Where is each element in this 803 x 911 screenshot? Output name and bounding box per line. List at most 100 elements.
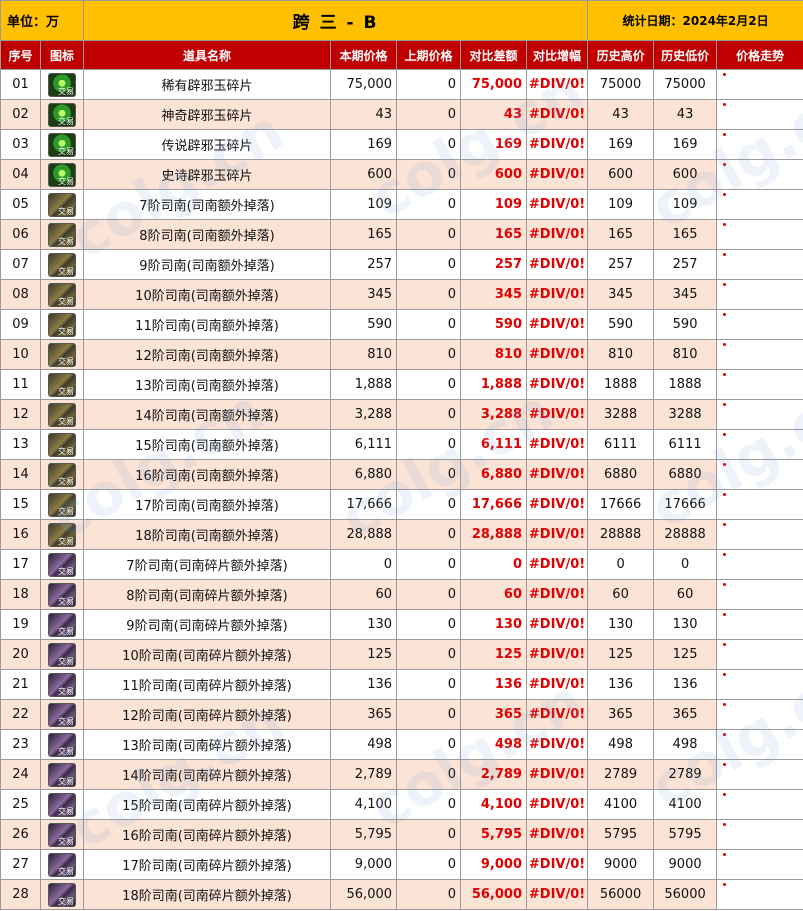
previous-price: 0	[396, 249, 462, 280]
price-difference: 5,795	[460, 819, 528, 850]
history-high: 130	[587, 609, 655, 640]
current-price: 9,000	[330, 849, 398, 880]
history-high: 28888	[587, 519, 655, 550]
history-high: 4100	[587, 789, 655, 820]
current-price: 43	[330, 99, 398, 130]
row-number: 08	[0, 279, 41, 310]
previous-price: 0	[396, 789, 462, 820]
trade-tag: 交易	[58, 266, 74, 276]
table-row: 22 交易 12阶司南(司南碎片额外掉落) 365 0 365 #DIV/0! 365 365	[0, 699, 803, 730]
item-icon: 交易	[48, 882, 76, 907]
price-trend-sparkline	[716, 819, 803, 850]
history-low: 6111	[653, 429, 718, 460]
history-low: 590	[653, 309, 718, 340]
table-row: 09 交易 11阶司南(司南额外掉落) 590 0 590 #DIV/0! 590 590	[0, 309, 803, 340]
item-icon: 交易	[48, 342, 76, 367]
col-header-history-low: 历史低价	[653, 40, 718, 70]
price-difference: 590	[460, 309, 528, 340]
price-growth: #DIV/0!	[526, 369, 589, 400]
item-icon-cell: 交易	[39, 249, 85, 280]
history-low: 9000	[653, 849, 718, 880]
trade-tag: 交易	[58, 506, 74, 516]
item-name: 神奇辟邪玉碎片	[83, 99, 332, 130]
history-low: 17666	[653, 489, 718, 520]
previous-price: 0	[396, 279, 462, 310]
trade-tag: 交易	[58, 656, 74, 666]
price-trend-sparkline	[716, 729, 803, 760]
history-low: 6880	[653, 459, 718, 490]
trend-dot	[723, 463, 727, 466]
item-name: 18阶司南(司南额外掉落)	[83, 519, 332, 550]
price-difference: 3,288	[460, 399, 528, 430]
price-growth: #DIV/0!	[526, 339, 589, 370]
item-icon-cell: 交易	[39, 459, 85, 490]
sheet-title: 跨 三 - B	[83, 0, 589, 41]
row-number: 18	[0, 579, 41, 610]
price-difference: 109	[460, 189, 528, 220]
trend-dot	[723, 523, 727, 526]
history-high: 345	[587, 279, 655, 310]
item-icon-cell: 交易	[39, 399, 85, 430]
history-high: 5795	[587, 819, 655, 850]
trade-tag: 交易	[58, 686, 74, 696]
current-price: 4,100	[330, 789, 398, 820]
table-row: 23 交易 13阶司南(司南碎片额外掉落) 498 0 498 #DIV/0! 498 498	[0, 729, 803, 760]
row-number: 15	[0, 489, 41, 520]
stat-date: 统计日期：2024年2月2日	[587, 0, 803, 41]
table-row: 05 交易 7阶司南(司南额外掉落) 109 0 109 #DIV/0! 109 109	[0, 189, 803, 220]
price-difference: 345	[460, 279, 528, 310]
price-difference: 130	[460, 609, 528, 640]
current-price: 28,888	[330, 519, 398, 550]
previous-price: 0	[396, 519, 462, 550]
row-number: 13	[0, 429, 41, 460]
item-name: 15阶司南(司南碎片额外掉落)	[83, 789, 332, 820]
price-trend-sparkline	[716, 669, 803, 700]
previous-price: 0	[396, 219, 462, 250]
table-row: 26 交易 16阶司南(司南碎片额外掉落) 5,795 0 5,795 #DIV/0! 579…	[0, 819, 803, 850]
previous-price: 0	[396, 759, 462, 790]
price-difference: 6,880	[460, 459, 528, 490]
price-growth: #DIV/0!	[526, 579, 589, 610]
item-icon: 交易	[48, 192, 76, 217]
item-name: 18阶司南(司南碎片额外掉落)	[83, 879, 332, 910]
unit-label: 单位：万	[0, 0, 85, 41]
table-row: 08 交易 10阶司南(司南额外掉落) 345 0 345 #DIV/0! 345 345	[0, 279, 803, 310]
trade-tag: 交易	[58, 596, 74, 606]
history-low: 60	[653, 579, 718, 610]
history-high: 257	[587, 249, 655, 280]
history-low: 1888	[653, 369, 718, 400]
price-growth: #DIV/0!	[526, 819, 589, 850]
item-icon: 交易	[48, 162, 76, 187]
item-name: 16阶司南(司南碎片额外掉落)	[83, 819, 332, 850]
current-price: 600	[330, 159, 398, 190]
item-name: 10阶司南(司南额外掉落)	[83, 279, 332, 310]
item-name: 14阶司南(司南碎片额外掉落)	[83, 759, 332, 790]
table-row: 11 交易 13阶司南(司南额外掉落) 1,888 0 1,888 #DIV/0! 1888 1…	[0, 369, 803, 400]
item-icon: 交易	[48, 432, 76, 457]
item-icon: 交易	[48, 312, 76, 337]
price-trend-sparkline	[716, 549, 803, 580]
row-number: 01	[0, 69, 41, 100]
previous-price: 0	[396, 159, 462, 190]
history-high: 365	[587, 699, 655, 730]
current-price: 257	[330, 249, 398, 280]
row-number: 05	[0, 189, 41, 220]
current-price: 136	[330, 669, 398, 700]
price-table: 单位：万 跨 三 - B 统计日期：2024年2月2日 序号 图标 道具名称 本…	[0, 0, 803, 910]
item-name: 7阶司南(司南碎片额外掉落)	[83, 549, 332, 580]
item-icon: 交易	[48, 222, 76, 247]
table-row: 06 交易 8阶司南(司南额外掉落) 165 0 165 #DIV/0! 165 165	[0, 219, 803, 250]
price-trend-sparkline	[716, 579, 803, 610]
row-number: 16	[0, 519, 41, 550]
price-difference: 75,000	[460, 69, 528, 100]
trade-tag: 交易	[58, 296, 74, 306]
history-high: 165	[587, 219, 655, 250]
price-difference: 136	[460, 669, 528, 700]
item-name: 11阶司南(司南碎片额外掉落)	[83, 669, 332, 700]
price-difference: 6,111	[460, 429, 528, 460]
price-difference: 600	[460, 159, 528, 190]
trend-dot	[723, 133, 727, 136]
previous-price: 0	[396, 489, 462, 520]
current-price: 810	[330, 339, 398, 370]
item-name: 传说辟邪玉碎片	[83, 129, 332, 160]
